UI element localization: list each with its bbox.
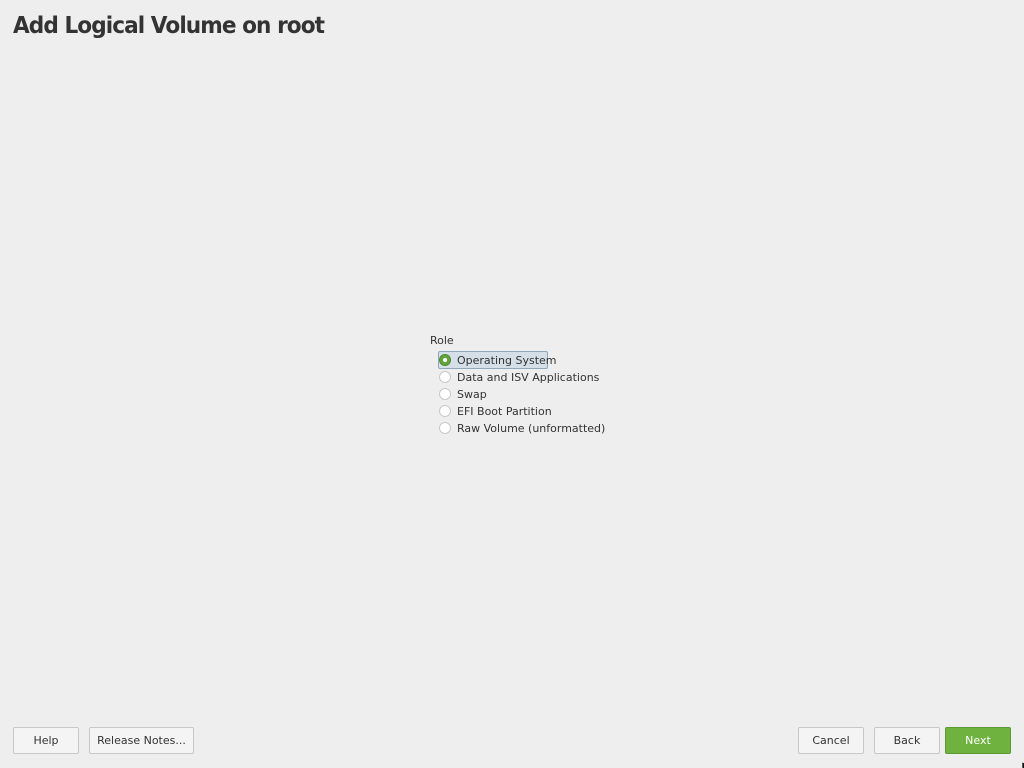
radio-operating-system[interactable]: Operating System: [438, 351, 557, 369]
role-label: Role: [430, 334, 454, 347]
mouse-cursor-icon: [1019, 760, 1024, 768]
radio-data-isv-applications[interactable]: Data and ISV Applications: [438, 369, 599, 386]
radio-selected-icon[interactable]: [439, 354, 451, 366]
release-notes-button[interactable]: Release Notes...: [89, 727, 194, 754]
radio-label-data-isv-applications: Data and ISV Applications: [457, 371, 600, 384]
add-logical-volume-dialog: Add Logical Volume on root Role Operatin…: [0, 0, 1024, 768]
radio-unselected-icon[interactable]: [439, 371, 451, 383]
radio-unselected-icon[interactable]: [439, 388, 451, 400]
role-group: Role Operating System Data and ISV Appli…: [430, 332, 605, 437]
role-radio-list: Operating System Data and ISV Applicatio…: [430, 351, 605, 437]
back-button[interactable]: Back: [874, 727, 940, 754]
radio-label-operating-system: Operating System: [457, 354, 557, 367]
radio-label-swap: Swap: [457, 388, 487, 401]
radio-unselected-icon[interactable]: [439, 405, 451, 417]
cancel-button[interactable]: Cancel: [798, 727, 864, 754]
radio-swap[interactable]: Swap: [438, 386, 487, 403]
radio-efi-boot-partition[interactable]: EFI Boot Partition: [438, 403, 552, 420]
radio-raw-volume[interactable]: Raw Volume (unformatted): [438, 420, 605, 437]
radio-label-raw-volume: Raw Volume (unformatted): [457, 422, 606, 435]
radio-label-efi-boot-partition: EFI Boot Partition: [457, 405, 552, 418]
next-button[interactable]: Next: [945, 727, 1011, 754]
page-title: Add Logical Volume on root: [13, 13, 325, 39]
radio-unselected-icon[interactable]: [439, 422, 451, 434]
help-button[interactable]: Help: [13, 727, 79, 754]
